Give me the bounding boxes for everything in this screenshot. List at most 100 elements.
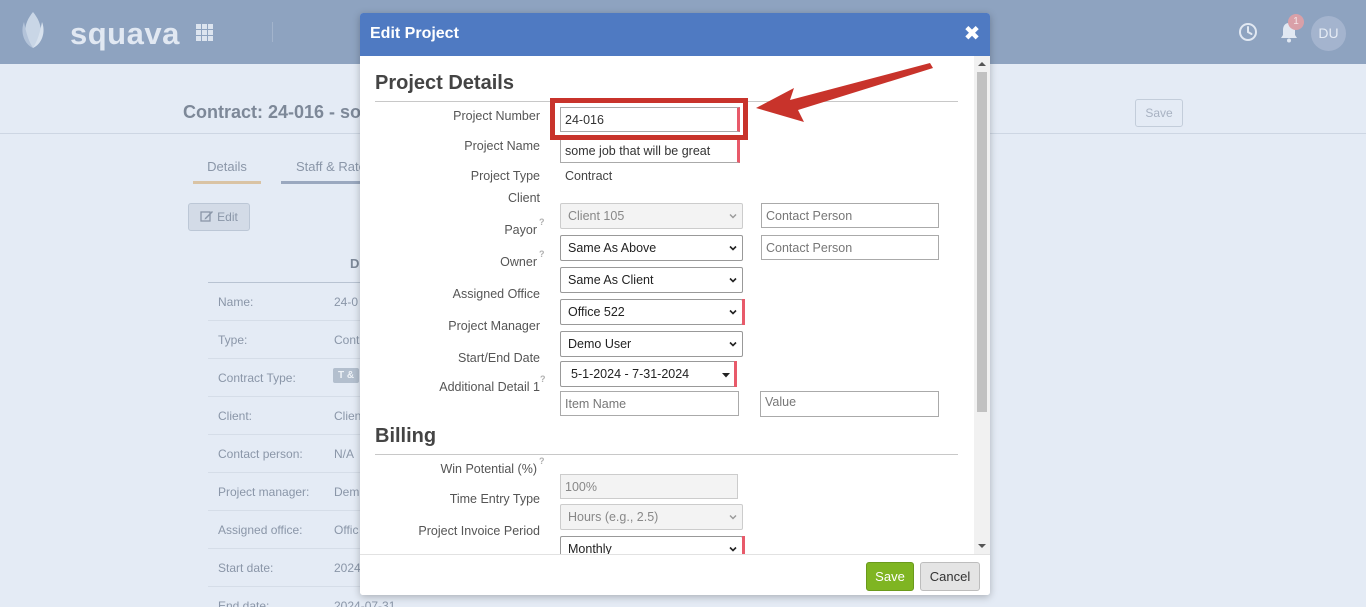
caret-down-icon [722, 373, 730, 378]
required-indicator [742, 299, 745, 325]
chevron-down-icon [729, 214, 737, 219]
time-entry-type-value: Hours (e.g., 2.5) [568, 510, 659, 524]
payor-label: Payor [504, 223, 537, 237]
detail-row-label: Contract Type: [218, 371, 296, 385]
detail-row: End date: 2024-07-31 [208, 587, 395, 607]
client-label: Client [508, 191, 540, 205]
apps-grid-icon[interactable] [196, 24, 213, 41]
chevron-down-icon [729, 341, 737, 347]
detail-row-value: Cont [334, 333, 360, 347]
payor-select[interactable]: Same As Above [560, 235, 743, 261]
detail-row-label: Project manager: [218, 485, 310, 499]
scroll-down-arrow-icon[interactable] [977, 541, 987, 551]
detail-row: Assigned office: Offic [208, 511, 360, 549]
detail-row-value: N/A [334, 447, 355, 461]
detail-row: Contract Type: T & [208, 359, 360, 397]
detail-row-value: 2024-07-31 [334, 599, 396, 607]
page-title: Contract: 24-016 - som [183, 102, 378, 122]
project-manager-label: Project Manager [448, 319, 540, 333]
modal-cancel-button[interactable]: Cancel [920, 562, 980, 591]
user-avatar[interactable]: DU [1311, 16, 1346, 51]
project-type-value: Contract [565, 169, 613, 183]
invoice-period-value: Monthly [568, 542, 612, 554]
win-potential-help-icon[interactable]: ? [539, 456, 545, 466]
detail-row-label: Client: [218, 409, 253, 423]
modal-save-button[interactable]: Save [866, 562, 914, 591]
owner-label: Owner [500, 255, 537, 269]
chevron-down-icon [729, 546, 737, 552]
required-indicator [734, 361, 737, 387]
detail-row: Name: 24-0 [208, 283, 360, 321]
assigned-office-select[interactable]: Office 522 [560, 299, 743, 325]
details-section-heading-text: D [350, 256, 360, 271]
win-potential-input [560, 474, 738, 499]
annotation-highlight-box [550, 98, 748, 140]
close-icon[interactable]: ✖ [963, 24, 981, 44]
clock-icon[interactable] [1238, 22, 1258, 42]
invoice-period-select[interactable]: Monthly [560, 536, 743, 554]
client-select: Client 105 [560, 203, 743, 229]
section-title-project-details: Project Details [375, 72, 514, 94]
detail-row-label: Assigned office: [218, 523, 303, 537]
detail-row-value: Offic [334, 523, 359, 537]
time-entry-type-label: Time Entry Type [449, 492, 540, 506]
project-manager-select-value: Demo User [568, 337, 632, 351]
squava-logo[interactable]: squava [18, 10, 188, 54]
invoice-period-label: Project Invoice Period [418, 524, 540, 538]
project-type-label: Project Type [470, 169, 540, 183]
logo-text: squava [70, 16, 180, 51]
chevron-down-icon [729, 277, 737, 283]
edit-button-label: Edit [217, 210, 238, 224]
additional-detail-label: Additional Detail 1 [439, 380, 540, 394]
additional-detail-name-input[interactable] [560, 391, 739, 416]
detail-row-label: Type: [218, 333, 248, 347]
payor-help-icon[interactable]: ? [539, 217, 545, 227]
detail-row-value: Dem [334, 485, 360, 499]
scroll-up-arrow-icon[interactable] [977, 59, 987, 69]
win-potential-label: Win Potential (%) [440, 462, 537, 476]
payor-select-value: Same As Above [568, 241, 657, 255]
time-entry-type-select: Hours (e.g., 2.5) [560, 504, 743, 530]
edit-button[interactable]: Edit [188, 203, 250, 231]
detail-row-label: End date: [218, 599, 270, 607]
modal-title: Edit Project [370, 25, 459, 42]
detail-row-value: Clien [334, 409, 362, 423]
modal-footer: Save Cancel [360, 554, 990, 595]
owner-select-value: Same As Client [568, 273, 654, 287]
client-contact-input[interactable] [761, 203, 939, 228]
scrollbar-thumb[interactable] [977, 72, 987, 412]
notification-badge: 1 [1288, 14, 1304, 30]
owner-select[interactable]: Same As Client [560, 267, 743, 293]
detail-row-label: Start date: [218, 561, 274, 575]
detail-row: Client: Clien [208, 397, 362, 435]
chevron-down-icon [729, 309, 737, 315]
leaf-logo-icon [22, 12, 44, 48]
detail-row: Start date: 2024 [208, 549, 361, 587]
detail-row-value: 2024 [334, 561, 361, 575]
modal-header: Edit Project ✖ [360, 13, 990, 56]
additional-detail-help-icon[interactable]: ? [540, 374, 546, 384]
client-select-value: Client 105 [568, 209, 625, 223]
page-save-button[interactable]: Save [1135, 99, 1183, 127]
project-name-input[interactable] [560, 138, 740, 163]
modal-scrollbar[interactable] [974, 56, 990, 554]
additional-detail-value-input[interactable] [760, 391, 939, 417]
payor-contact-input[interactable] [761, 235, 939, 260]
required-indicator [742, 536, 745, 554]
edit-icon [200, 211, 214, 222]
section-title-billing: Billing [375, 425, 437, 447]
owner-help-icon[interactable]: ? [539, 249, 545, 259]
date-range-picker[interactable]: 5-1-2024 - 7-31-2024 [560, 361, 737, 387]
detail-row-label: Contact person: [218, 447, 303, 461]
chevron-down-icon [729, 245, 737, 251]
tab-staff-rates[interactable]: Staff & Rate [281, 159, 371, 184]
assigned-office-select-value: Office 522 [568, 305, 625, 319]
contract-type-chip: T & [333, 368, 360, 383]
project-number-label: Project Number [453, 109, 540, 123]
detail-row: Contact person: N/A [208, 435, 360, 473]
detail-row: Type: Cont [208, 321, 360, 359]
project-manager-select[interactable]: Demo User [560, 331, 743, 357]
details-section-heading: D [208, 256, 360, 283]
tab-details[interactable]: Details [193, 159, 261, 184]
section-divider [375, 454, 958, 455]
